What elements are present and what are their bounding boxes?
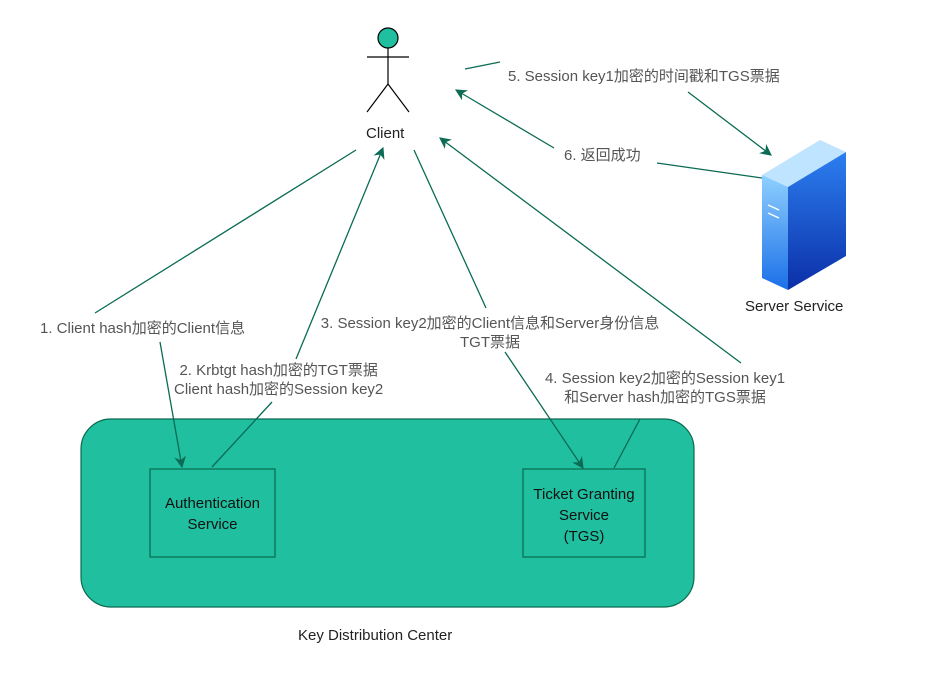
edge-step4-label: 4. Session key2加密的Session key1 和Server h… <box>524 369 806 407</box>
edge-step2-line1: 2. Krbtgt hash加密的TGT票据 <box>179 362 378 379</box>
tgs-label: Ticket Granting Service (TGS) <box>523 484 645 547</box>
edge-step1-label: 1. Client hash加密的Client信息 <box>40 320 246 337</box>
edge-step4-line2: 和Server hash加密的TGS票据 <box>564 389 766 406</box>
edge-step5-label: 5. Session key1加密的时间戳和TGS票据 <box>508 68 780 85</box>
edge-step6-label: 6. 返回成功 <box>564 147 641 164</box>
authentication-service-label: Authentication Service <box>150 493 275 535</box>
tgs-label-line2: Service <box>558 507 610 524</box>
server-icon <box>762 140 846 290</box>
kdc-label: Key Distribution Center <box>298 627 453 644</box>
edge-step4-line1: 4. Session key2加密的Session key1 <box>544 370 786 387</box>
server-service-label: Server Service <box>745 298 844 315</box>
client-label: Client <box>366 125 405 142</box>
edge-step2-label: 2. Krbtgt hash加密的TGT票据 Client hash加密的Ses… <box>174 361 383 399</box>
tgs-label-line3: (TGS) <box>563 528 605 545</box>
tgs-label-line1: Ticket Granting <box>533 486 635 503</box>
edge-step3-label: 3. Session key2加密的Client信息和Server身份信息 TG… <box>292 314 688 352</box>
as-label-line1: Authentication <box>164 495 261 512</box>
edge-step3-line1: 3. Session key2加密的Client信息和Server身份信息 <box>320 315 660 332</box>
as-label-line2: Service <box>187 516 238 533</box>
edge-step2-line2: Client hash加密的Session key2 <box>174 381 384 398</box>
edge-step3-line2: TGT票据 <box>460 334 520 351</box>
client-actor-icon <box>366 27 410 113</box>
